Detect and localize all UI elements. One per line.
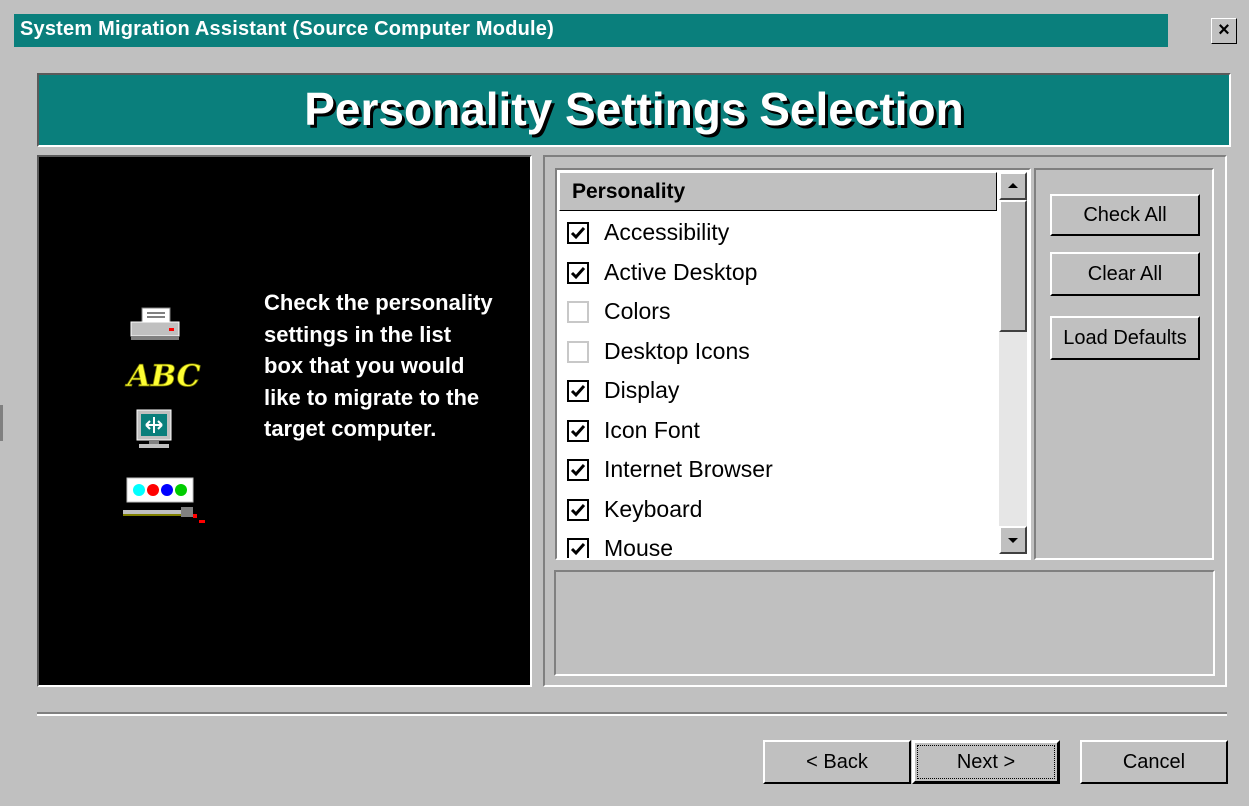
list-item-label: Desktop Icons [604, 337, 750, 364]
left-edge-artifact [0, 405, 3, 441]
checkbox[interactable] [567, 340, 589, 363]
list-item-accessibility[interactable]: Accessibility [567, 216, 997, 256]
checkbox[interactable] [567, 498, 589, 521]
page-title: Personality Settings Selection [304, 83, 964, 135]
list-scrollbar[interactable] [999, 172, 1027, 554]
list-item-desktop-icons[interactable]: Desktop Icons [567, 335, 997, 375]
list-item-label: Display [604, 377, 680, 403]
list-rows: Accessibility Active Desktop Colors Desk… [567, 216, 997, 560]
list-item-keyboard[interactable]: Keyboard [567, 493, 997, 533]
color-palette-icon [123, 477, 205, 523]
list-item-label: Colors [604, 298, 671, 324]
list-item-mouse[interactable]: Mouse [567, 532, 997, 560]
instruction-panel: ABC Check the personality settings in th… [37, 155, 532, 687]
scroll-down-button[interactable] [999, 526, 1027, 554]
scroll-thumb[interactable] [999, 200, 1027, 332]
list-item-icon-font[interactable]: Icon Font [567, 414, 997, 454]
page-banner: Personality Settings Selection [37, 73, 1231, 147]
fonts-abc-icon: ABC [124, 359, 201, 395]
instruction-text: Check the personality settings in the li… [264, 290, 493, 441]
load-defaults-button[interactable]: Load Defaults [1050, 316, 1200, 360]
checkbox[interactable] [567, 222, 589, 244]
close-button[interactable]: × [1211, 18, 1237, 44]
title-bar: System Migration Assistant (Source Compu… [14, 14, 1168, 47]
scroll-up-button[interactable] [999, 172, 1027, 200]
checkmark-icon [570, 503, 586, 516]
checkbox[interactable] [567, 380, 589, 402]
list-item-active-desktop[interactable]: Active Desktop [567, 256, 997, 296]
list-item-label: Accessibility [604, 219, 730, 245]
list-item-label: Mouse [604, 535, 674, 560]
checkmark-icon [570, 266, 586, 279]
printer-icon [130, 307, 180, 340]
list-item-label: Active Desktop [604, 258, 758, 285]
close-icon: × [1218, 19, 1230, 41]
list-header-label: Personality [572, 180, 686, 203]
checkbox[interactable] [567, 261, 589, 284]
list-item-label: Icon Font [604, 416, 700, 443]
list-item-label: Internet Browser [604, 456, 773, 482]
cancel-button[interactable]: Cancel [1080, 740, 1228, 784]
check-all-button[interactable]: Check All [1050, 194, 1200, 236]
list-item-label: Keyboard [604, 495, 703, 522]
next-button[interactable]: Next > [912, 740, 1060, 784]
arrow-down-icon [1008, 538, 1018, 543]
display-monitor-icon [136, 409, 172, 448]
side-button-panel: Check All Clear All Load Defaults [1034, 168, 1214, 560]
checkmark-icon [570, 227, 586, 240]
list-item-internet-browser[interactable]: Internet Browser [567, 453, 997, 493]
checkmark-icon [570, 385, 586, 398]
back-button[interactable]: < Back [763, 740, 911, 784]
window-title: System Migration Assistant (Source Compu… [20, 18, 554, 40]
personality-listbox[interactable]: Personality Accessibility Active Desktop… [555, 168, 1031, 560]
footer-separator [37, 712, 1227, 716]
list-header[interactable]: Personality [559, 172, 997, 211]
description-box [554, 570, 1215, 676]
checkmark-icon [570, 543, 586, 556]
arrow-up-icon [1008, 183, 1018, 188]
checkbox[interactable] [567, 419, 589, 442]
list-item-colors[interactable]: Colors [567, 295, 997, 335]
clear-all-button[interactable]: Clear All [1050, 252, 1200, 296]
svg-text:ABC: ABC [124, 359, 200, 394]
checkbox[interactable] [567, 459, 589, 481]
checkmark-icon [570, 464, 586, 477]
dialog-window: System Migration Assistant (Source Compu… [0, 0, 1249, 806]
checkmark-icon [570, 424, 586, 437]
checkbox[interactable] [567, 538, 589, 558]
checkbox[interactable] [567, 301, 589, 323]
list-item-display[interactable]: Display [567, 374, 997, 414]
